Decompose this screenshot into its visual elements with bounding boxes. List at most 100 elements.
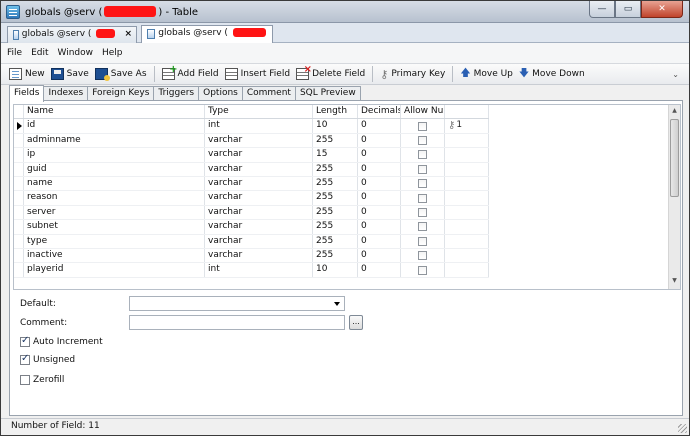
field-decimals-cell[interactable]: 0 (358, 119, 401, 133)
default-dropdown[interactable] (129, 296, 345, 311)
doc-tab-1[interactable]: globals @serv ( × (7, 26, 137, 43)
primary-key-cell[interactable] (445, 205, 489, 220)
header-allow-null[interactable]: Allow Null (401, 105, 445, 119)
doc-tab-2[interactable]: globals @serv ( (141, 25, 273, 44)
field-length-cell[interactable]: 255 (313, 205, 358, 220)
move-down-button[interactable]: 🡇 Move Down (516, 65, 588, 83)
field-decimals-cell[interactable]: 0 (358, 133, 401, 148)
table-row[interactable]: subnet varchar 255 0 (14, 220, 489, 235)
field-type-cell[interactable]: varchar (205, 249, 313, 263)
field-length-cell[interactable]: 255 (313, 133, 358, 148)
insert-field-button[interactable]: Insert Field (222, 65, 293, 83)
field-decimals-cell[interactable]: 0 (358, 148, 401, 162)
field-type-cell[interactable]: int (205, 119, 313, 133)
field-decimals-cell[interactable]: 0 (358, 191, 401, 205)
menu-help[interactable]: Help (102, 48, 123, 58)
allow-null-cell[interactable] (401, 177, 445, 191)
tab-indexes[interactable]: Indexes (43, 86, 89, 101)
tab-comment[interactable]: Comment (241, 86, 296, 101)
field-length-cell[interactable]: 255 (313, 220, 358, 234)
header-decimals[interactable]: Decimals (358, 105, 401, 119)
save-as-button[interactable]: Save As (92, 65, 150, 83)
primary-key-cell[interactable] (445, 177, 489, 191)
field-name-cell[interactable]: server (24, 205, 205, 220)
allow-null-cell[interactable] (401, 205, 445, 220)
maximize-button[interactable]: ▭ (615, 1, 641, 18)
title-bar[interactable]: globals @serv () - Table — ▭ ✕ (1, 1, 689, 23)
scroll-down-icon[interactable]: ▼ (670, 277, 679, 287)
field-name-cell[interactable]: adminname (24, 133, 205, 148)
primary-key-cell[interactable] (445, 220, 489, 234)
tab-options[interactable]: Options (198, 86, 243, 101)
allow-null-cell[interactable] (401, 162, 445, 176)
primary-key-cell[interactable] (445, 191, 489, 205)
field-type-cell[interactable]: int (205, 263, 313, 277)
allow-null-checkbox[interactable] (418, 222, 427, 232)
table-row[interactable]: adminname varchar 255 0 (14, 133, 489, 149)
table-row[interactable]: ip varchar 15 0 (14, 148, 489, 163)
field-length-cell[interactable]: 10 (313, 119, 358, 133)
allow-null-cell[interactable] (401, 191, 445, 205)
primary-key-cell[interactable] (445, 162, 489, 176)
field-length-cell[interactable]: 255 (313, 191, 358, 205)
primary-key-cell[interactable] (445, 234, 489, 248)
tab-triggers[interactable]: Triggers (153, 86, 200, 101)
field-decimals-cell[interactable]: 0 (358, 220, 401, 234)
new-button[interactable]: New (6, 65, 48, 83)
save-button[interactable]: Save (48, 65, 92, 83)
grid-scrollbar[interactable]: ▲ ▼ (668, 105, 680, 289)
close-tab-icon[interactable]: × (124, 29, 132, 39)
allow-null-checkbox[interactable] (418, 193, 427, 203)
allow-null-checkbox[interactable] (418, 207, 427, 217)
table-row[interactable]: inactive varchar 255 0 (14, 249, 489, 264)
field-decimals-cell[interactable]: 0 (358, 177, 401, 191)
table-row[interactable]: reason varchar 255 0 (14, 191, 489, 206)
header-name[interactable]: Name (24, 105, 205, 119)
field-length-cell[interactable]: 255 (313, 177, 358, 191)
field-type-cell[interactable]: varchar (205, 177, 313, 191)
allow-null-cell[interactable] (401, 234, 445, 248)
unsigned-option[interactable]: Unsigned (20, 353, 75, 365)
unsigned-checkbox[interactable] (20, 353, 30, 365)
close-button[interactable]: ✕ (641, 1, 683, 18)
primary-key-cell[interactable] (445, 148, 489, 162)
allow-null-checkbox[interactable] (418, 179, 427, 189)
allow-null-checkbox[interactable] (418, 236, 427, 246)
field-length-cell[interactable]: 15 (313, 148, 358, 162)
field-type-cell[interactable]: varchar (205, 148, 313, 162)
menu-file[interactable]: File (7, 48, 22, 58)
field-decimals-cell[interactable]: 0 (358, 234, 401, 248)
field-name-cell[interactable]: reason (24, 191, 205, 205)
delete-field-button[interactable]: Delete Field (293, 64, 368, 83)
scroll-up-icon[interactable]: ▲ (670, 107, 679, 117)
add-field-button[interactable]: Add Field (159, 64, 222, 83)
zerofill-option[interactable]: Zerofill (20, 375, 64, 385)
field-type-cell[interactable]: varchar (205, 234, 313, 248)
field-name-cell[interactable]: id (24, 119, 205, 133)
field-type-cell[interactable]: varchar (205, 133, 313, 148)
table-row[interactable]: guid varchar 255 0 (14, 162, 489, 177)
field-type-cell[interactable]: varchar (205, 162, 313, 176)
header-length[interactable]: Length (313, 105, 358, 119)
field-type-cell[interactable]: varchar (205, 205, 313, 220)
allow-null-cell[interactable] (401, 133, 445, 148)
field-decimals-cell[interactable]: 0 (358, 205, 401, 220)
allow-null-checkbox[interactable] (418, 135, 427, 145)
table-row[interactable]: type varchar 255 0 (14, 234, 489, 249)
field-name-cell[interactable]: type (24, 234, 205, 248)
move-up-button[interactable]: 🡅 Move Up (457, 65, 516, 83)
field-name-cell[interactable]: ip (24, 148, 205, 162)
field-length-cell[interactable]: 10 (313, 263, 358, 277)
comment-browse-button[interactable]: ... (349, 315, 363, 330)
resize-grip-icon[interactable] (678, 424, 687, 433)
field-type-cell[interactable]: varchar (205, 220, 313, 234)
table-row[interactable]: playerid int 10 0 (14, 263, 489, 278)
zerofill-checkbox[interactable] (20, 375, 30, 385)
comment-input[interactable] (129, 315, 345, 330)
field-name-cell[interactable]: guid (24, 162, 205, 176)
table-row[interactable]: id int 10 0 ⚷ 1 (14, 119, 489, 134)
allow-null-checkbox[interactable] (418, 150, 427, 160)
menu-edit[interactable]: Edit (31, 48, 48, 58)
table-row[interactable]: server varchar 255 0 (14, 205, 489, 221)
primary-key-cell[interactable] (445, 133, 489, 148)
